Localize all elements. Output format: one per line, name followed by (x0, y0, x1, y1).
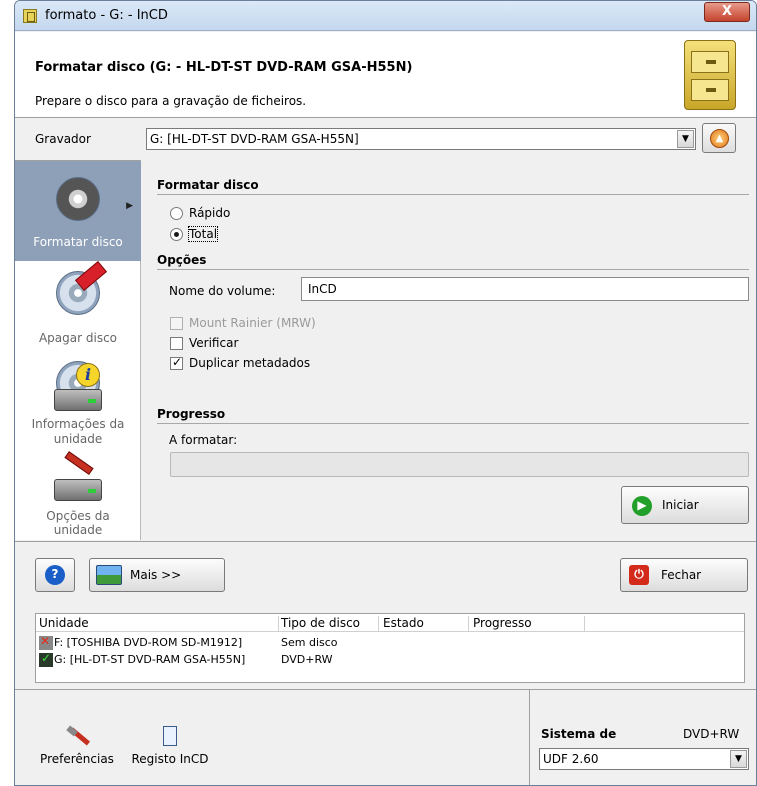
picture-icon (96, 565, 122, 585)
footer-disc-type: DVD+RW (683, 727, 740, 741)
more-button-label: Mais >> (130, 568, 182, 582)
chevron-down-icon[interactable]: ▼ (677, 130, 694, 148)
sidebar-item-label: unidade (53, 523, 103, 537)
table-row[interactable]: F: [TOSHIBA DVD-ROM SD-M1912] Sem disco (36, 634, 744, 652)
full-format-label[interactable]: Total (187, 226, 219, 242)
quick-format-radio[interactable] (170, 207, 183, 220)
sidebar-item-label: Opções da (46, 509, 110, 523)
sidebar-item-format-disc[interactable]: ▶ Formatar disco (15, 161, 141, 261)
drive-unit: F: [TOSHIBA DVD-ROM SD-M1912] (54, 636, 243, 649)
filesystem-label: Sistema de (541, 727, 617, 741)
options-section-title: Opções (157, 253, 207, 267)
filesystem-select-value: UDF 2.60 (543, 752, 599, 766)
title-bar: formato - G: - InCD X (15, 1, 756, 31)
disc-icon (50, 171, 106, 225)
sidebar-item-label: unidade (53, 432, 103, 446)
verify-label[interactable]: Verificar (189, 336, 238, 350)
filesystem-select[interactable]: UDF 2.60 ▼ (539, 748, 749, 770)
app-window: formato - G: - InCD X Formatar disco (G:… (14, 0, 757, 786)
volume-name-label: Nome do volume: (169, 284, 276, 298)
sidebar-item-label: Apagar disco (38, 331, 118, 345)
hammer-icon (66, 725, 91, 746)
ok-icon (39, 651, 53, 667)
recorder-select-value: G: [HL-DT-ST DVD-RAM GSA-H55N] (150, 132, 359, 146)
divider (529, 690, 530, 785)
drive-info-icon: i (50, 361, 106, 415)
table-row[interactable]: G: [HL-DT-ST DVD-RAM GSA-H55N] DVD+RW (36, 651, 744, 669)
sidebar: ▶ Formatar disco Apagar disco i Informaç… (15, 160, 141, 540)
close-button[interactable]: ⏻ Fechar (620, 558, 748, 592)
start-button[interactable]: ▶ Iniciar (621, 486, 749, 524)
divider (157, 423, 749, 424)
sidebar-item-erase-disc[interactable]: Apagar disco (15, 260, 141, 357)
drive-disc-type: Sem disco (281, 636, 338, 649)
quick-format-label[interactable]: Rápido (189, 206, 230, 220)
preferences-button[interactable]: Preferências (37, 725, 117, 766)
page-subtitle: Prepare o disco para a gravação de fiche… (35, 94, 307, 108)
sidebar-item-drive-options[interactable]: Opções da unidade (15, 451, 141, 541)
app-icon (23, 9, 37, 23)
erase-disc-icon (50, 260, 107, 319)
preferences-label: Preferências (40, 752, 114, 766)
column-header-state[interactable]: Estado (383, 616, 469, 632)
file-cabinet-icon (684, 40, 736, 110)
progress-status-label: A formatar: (169, 433, 238, 447)
drive-disc-type: DVD+RW (281, 653, 333, 666)
format-progress-bar (170, 452, 749, 477)
play-icon: ▶ (632, 496, 652, 516)
duplicate-metadata-label[interactable]: Duplicar metadados (189, 356, 310, 370)
volume-name-input[interactable]: InCD (301, 277, 749, 301)
close-window-button[interactable]: X (704, 2, 750, 22)
close-button-label: Fechar (661, 568, 702, 582)
drive-options-icon (50, 451, 106, 511)
recorder-select[interactable]: G: [HL-DT-ST DVD-RAM GSA-H55N] ▼ (146, 128, 696, 150)
mount-rainier-label: Mount Rainier (MRW) (189, 316, 316, 330)
recorder-row: Gravador G: [HL-DT-ST DVD-RAM GSA-H55N] … (15, 119, 756, 159)
more-button[interactable]: Mais >> (89, 558, 225, 592)
page-title: Formatar disco (G: - HL-DT-ST DVD-RAM GS… (35, 60, 413, 75)
drive-list-header: Unidade Tipo de disco Estado Progresso (36, 614, 744, 632)
duplicate-metadata-checkbox[interactable] (170, 355, 183, 370)
main-panel: Formatar disco Rápido Total Opções Nome … (142, 160, 756, 540)
eject-button[interactable]: ▲ (702, 123, 736, 153)
mount-rainier-checkbox[interactable] (170, 317, 183, 330)
action-bar: ? Mais >> ⏻ Fechar (15, 541, 756, 601)
column-header-disc-type[interactable]: Tipo de disco (281, 616, 379, 632)
sidebar-item-label: Informações da (31, 417, 125, 431)
footer-bar: Preferências Registo InCD Sistema de DVD… (15, 689, 756, 785)
verify-checkbox[interactable] (170, 337, 183, 350)
power-icon: ⏻ (629, 565, 649, 585)
help-icon: ? (45, 565, 65, 585)
recorder-label: Gravador (35, 132, 91, 146)
window-title: formato - G: - InCD (45, 8, 168, 23)
drive-list[interactable]: Unidade Tipo de disco Estado Progresso F… (35, 613, 745, 683)
page-header: Formatar disco (G: - HL-DT-ST DVD-RAM GS… (15, 32, 756, 118)
progress-section-title: Progresso (157, 407, 226, 421)
divider (157, 194, 749, 195)
incd-log-button[interactable]: Registo InCD (125, 726, 215, 766)
sidebar-item-drive-info[interactable]: i Informações da unidade (15, 361, 141, 451)
divider (157, 269, 749, 270)
column-header-progress[interactable]: Progresso (473, 616, 585, 632)
chevron-right-icon: ▶ (126, 201, 133, 211)
sidebar-item-label: Formatar disco (33, 235, 123, 249)
full-format-radio[interactable] (170, 228, 183, 241)
error-icon (39, 634, 53, 650)
drive-unit: G: [HL-DT-ST DVD-RAM GSA-H55N] (54, 653, 246, 666)
start-button-label: Iniciar (662, 498, 699, 512)
log-document-icon (163, 726, 177, 746)
chevron-down-icon[interactable]: ▼ (730, 750, 747, 768)
format-section-title: Formatar disco (157, 178, 259, 192)
log-label: Registo InCD (131, 752, 209, 766)
help-button[interactable]: ? (35, 558, 75, 592)
column-header-unit[interactable]: Unidade (39, 616, 279, 632)
eject-icon: ▲ (710, 129, 729, 148)
